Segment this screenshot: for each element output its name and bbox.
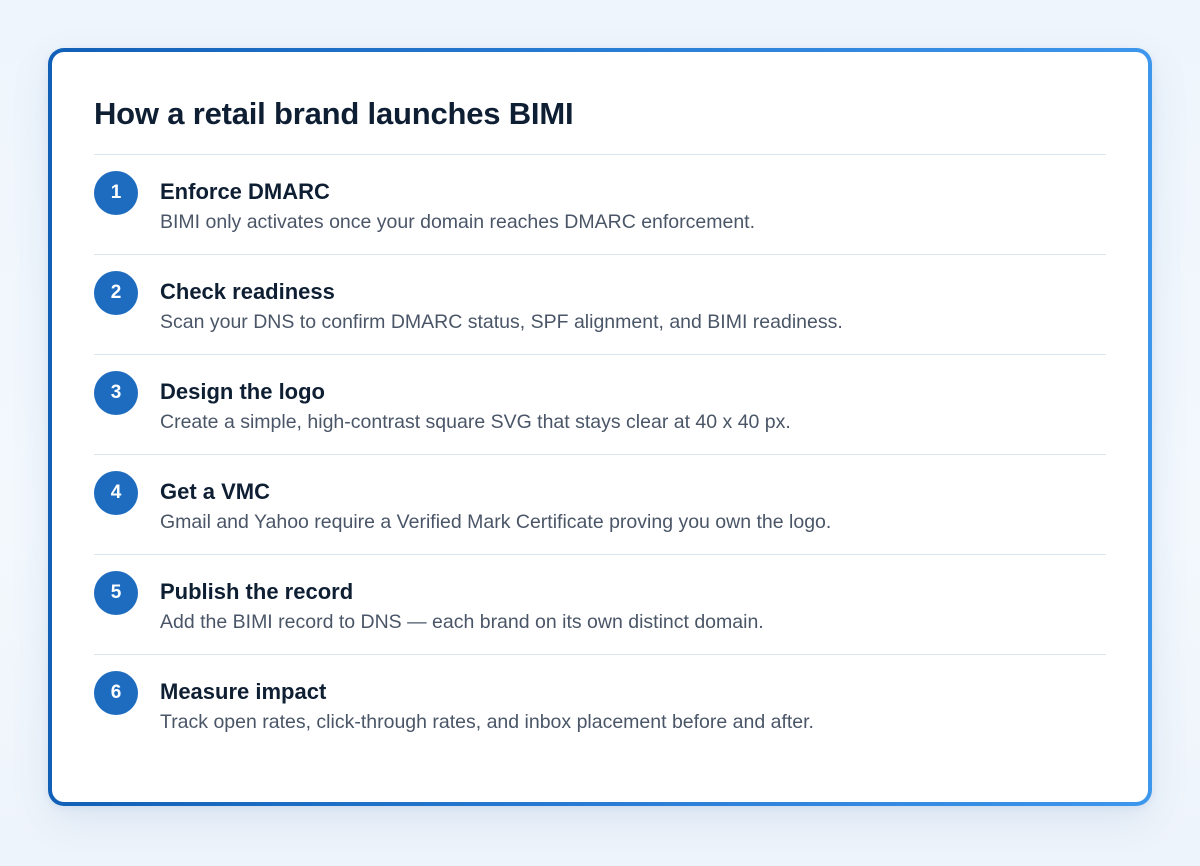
card-title: How a retail brand launches BIMI: [94, 96, 574, 131]
step-item-4: 4 Get a VMC Gmail and Yahoo require a Ve…: [94, 455, 1106, 555]
step-description: Scan your DNS to confirm DMARC status, S…: [160, 311, 843, 333]
step-item-5: 5 Publish the record Add the BIMI record…: [94, 555, 1106, 655]
step-item-1: 1 Enforce DMARC BIMI only activates once…: [94, 155, 1106, 255]
step-title: Measure impact: [160, 679, 327, 704]
step-description: Track open rates, click-through rates, a…: [160, 711, 814, 733]
card-frame: How a retail brand launches BIMI 1 Enfor…: [48, 48, 1152, 806]
step-title: Enforce DMARC: [160, 179, 330, 204]
step-title: Get a VMC: [160, 479, 271, 504]
step-item-3: 3 Design the logo Create a simple, high-…: [94, 355, 1106, 455]
step-item-6: 6 Measure impact Track open rates, click…: [94, 655, 1106, 755]
step-number-badge: 6: [94, 671, 138, 715]
step-title: Check readiness: [160, 279, 335, 304]
step-text: Enforce DMARC BIMI only activates once y…: [160, 171, 755, 236]
step-text: Measure impact Track open rates, click-t…: [160, 671, 814, 736]
step-text: Check readiness Scan your DNS to confirm…: [160, 271, 843, 336]
step-number-badge: 3: [94, 371, 138, 415]
step-number-badge: 1: [94, 171, 138, 215]
step-number-badge: 2: [94, 271, 138, 315]
step-description: Gmail and Yahoo require a Verified Mark …: [160, 511, 832, 533]
step-text: Design the logo Create a simple, high-co…: [160, 371, 791, 436]
step-list: 1 Enforce DMARC BIMI only activates once…: [94, 154, 1106, 755]
step-description: BIMI only activates once your domain rea…: [160, 211, 756, 233]
step-description: Create a simple, high-contrast square SV…: [160, 411, 791, 433]
step-number-badge: 5: [94, 571, 138, 615]
bimi-steps-card: How a retail brand launches BIMI 1 Enfor…: [52, 52, 1148, 802]
step-description: Add the BIMI record to DNS — each brand …: [160, 611, 764, 633]
step-number-badge: 4: [94, 471, 138, 515]
step-item-2: 2 Check readiness Scan your DNS to confi…: [94, 255, 1106, 355]
step-title: Publish the record: [160, 579, 354, 604]
step-title: Design the logo: [160, 379, 325, 404]
step-text: Get a VMC Gmail and Yahoo require a Veri…: [160, 471, 831, 536]
step-text: Publish the record Add the BIMI record t…: [160, 571, 764, 636]
